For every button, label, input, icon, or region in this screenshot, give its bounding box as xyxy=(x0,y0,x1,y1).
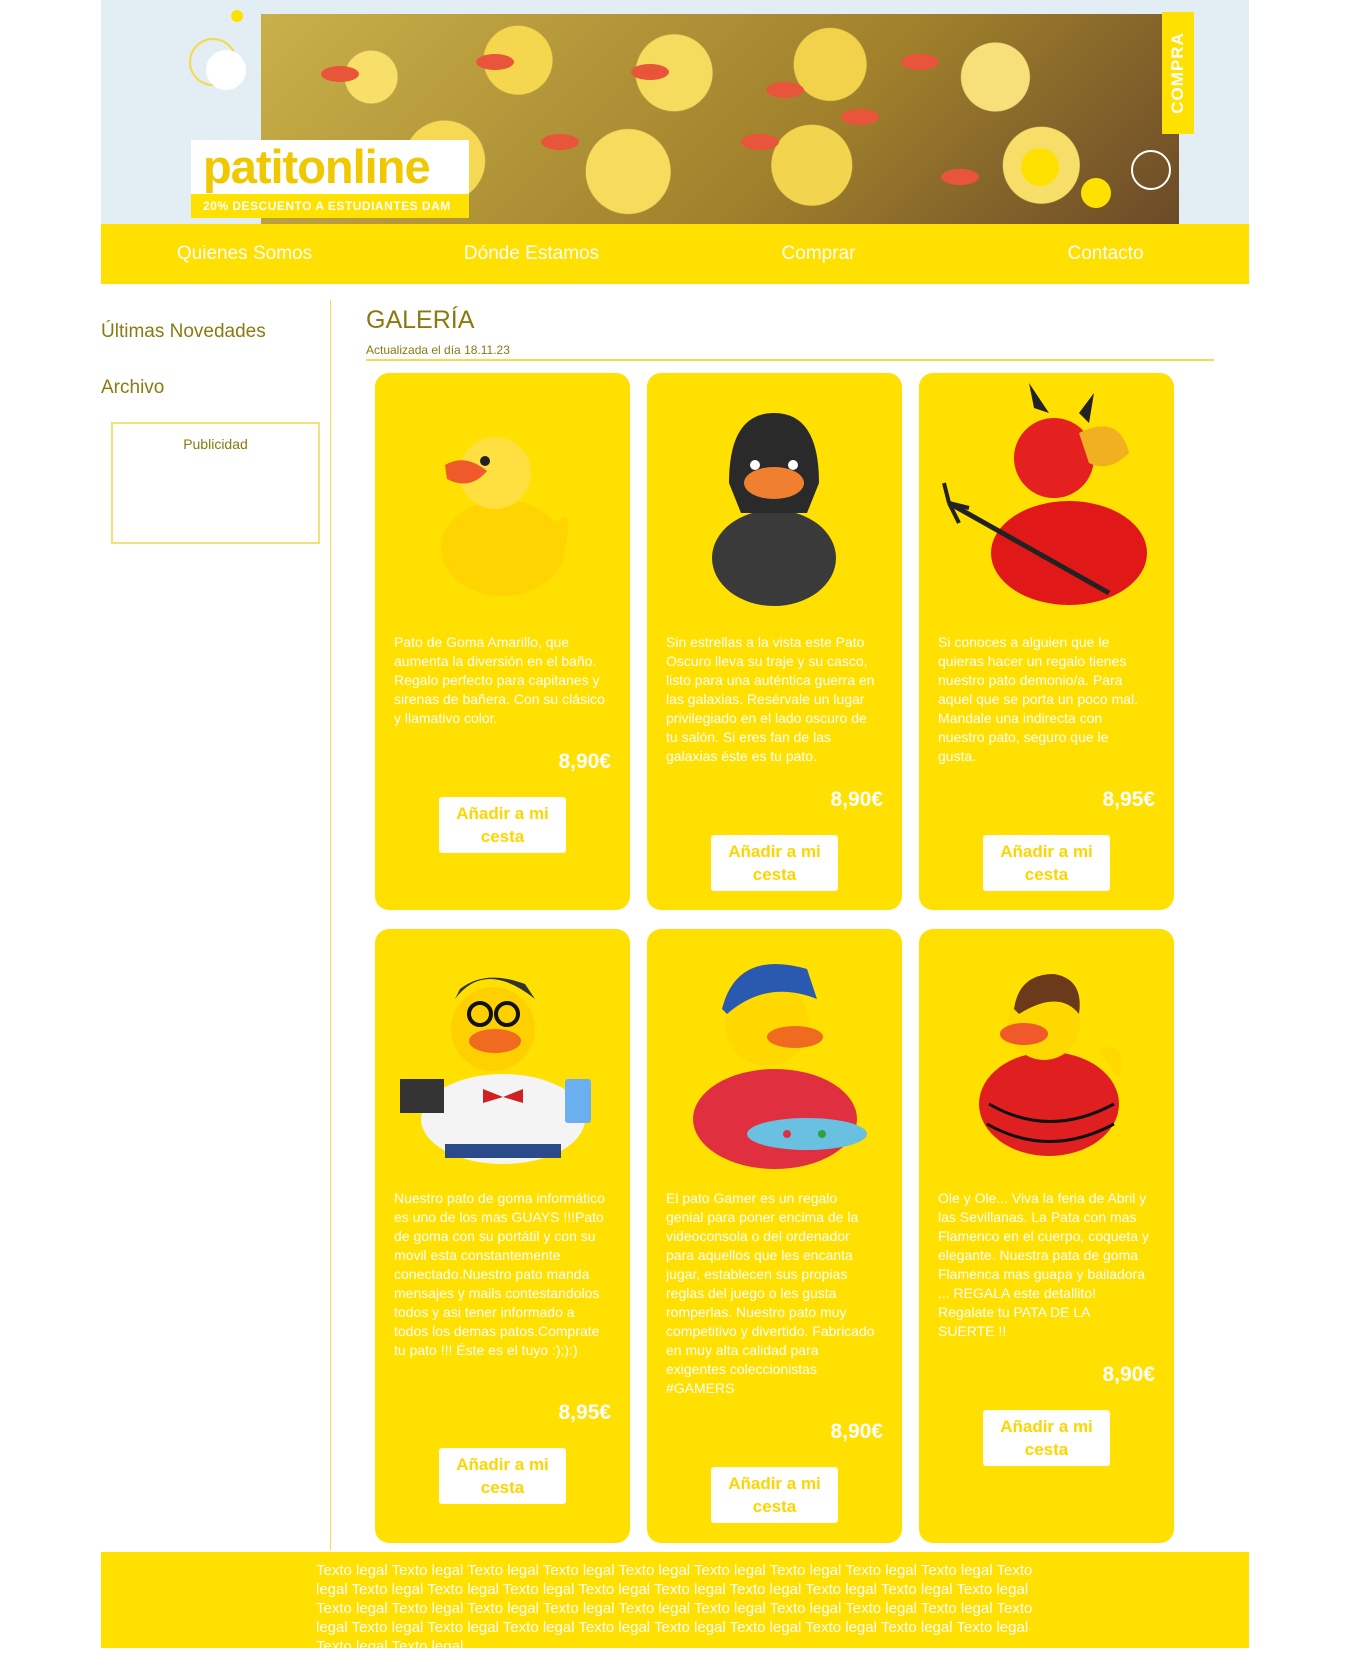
decor-circle xyxy=(1081,178,1111,208)
beak xyxy=(766,82,804,98)
product-card: Nuestro pato de goma informático es uno … xyxy=(375,929,630,1543)
ad-box[interactable]: Publicidad xyxy=(111,422,320,544)
beak xyxy=(941,169,979,185)
product-description: Nuestro pato de goma informático es uno … xyxy=(394,1190,605,1358)
logo-strip: 20% DESCUENTO A ESTUDIANTES DAM xyxy=(191,194,469,218)
product-card: Sin estrellas a la vista este Pato Oscur… xyxy=(647,373,902,910)
dark-vader-duck-icon xyxy=(712,413,836,606)
compra-tag[interactable]: COMPRA xyxy=(1162,12,1194,134)
product-card: Pato de Goma Amarillo, que aumenta la di… xyxy=(375,373,630,910)
title-divider xyxy=(366,359,1214,361)
product-price: 8,90€ xyxy=(830,1420,883,1443)
product-card: Ole y Ole... Viva la feria de Abril y la… xyxy=(919,929,1174,1543)
ad-label: Publicidad xyxy=(183,436,248,452)
beak xyxy=(476,54,514,70)
gamer-duck-icon xyxy=(693,964,867,1169)
footer: Texto legal Texto legal Texto legal Text… xyxy=(101,1552,1249,1655)
compra-label: COMPRA xyxy=(1168,32,1187,114)
yellow-duck-icon xyxy=(441,437,569,596)
beak xyxy=(741,134,779,150)
product-description: Sin estrellas a la vista este Pato Oscur… xyxy=(666,634,875,764)
logo[interactable]: patitonline 20% DESCUENTO A ESTUDIANTES … xyxy=(191,140,469,218)
page-title: GALERÍA xyxy=(366,306,475,334)
product-price: 8,90€ xyxy=(558,750,611,773)
product-description: Pato de Goma Amarillo, que aumenta la di… xyxy=(394,634,605,726)
add-to-cart-button[interactable]: Añadir a mi cesta xyxy=(983,1410,1110,1466)
add-to-cart-button[interactable]: Añadir a mi cesta xyxy=(439,1448,566,1504)
product-description: Ole y Ole... Viva la feria de Abril y la… xyxy=(938,1190,1149,1339)
beak xyxy=(631,64,669,80)
decor-circle xyxy=(1131,150,1171,190)
site: COMPRA patitonline 20% DESCUENTO A ESTUD… xyxy=(101,0,1249,1655)
devil-duck-icon xyxy=(942,383,1147,605)
add-to-cart-button[interactable]: Añadir a mi cesta xyxy=(711,1467,838,1523)
flamenco-duck-icon xyxy=(979,974,1122,1156)
decor-circle xyxy=(1021,148,1059,186)
add-to-cart-button[interactable]: Añadir a mi cesta xyxy=(711,835,838,891)
product-description: El pato Gamer es un regalo genial para p… xyxy=(666,1190,875,1396)
add-to-cart-button[interactable]: Añadir a mi cesta xyxy=(983,835,1110,891)
updated-date: Actualizada el día 18.11.23 xyxy=(366,343,510,357)
product-price: 8,90€ xyxy=(1102,1363,1155,1386)
add-to-cart-button[interactable]: Añadir a mi cesta xyxy=(439,797,566,853)
nav-donde-estamos[interactable]: Dónde Estamos xyxy=(388,224,675,284)
product-price: 8,95€ xyxy=(1102,788,1155,811)
decor-circle xyxy=(231,10,243,22)
logo-tagline: 20% DESCUENTO A ESTUDIANTES DAM xyxy=(203,199,451,213)
beak xyxy=(541,134,579,150)
main-nav: Quienes Somos Dónde Estamos Comprar Cont… xyxy=(101,224,1249,284)
sidebar-link-archivo[interactable]: Archivo xyxy=(101,377,164,399)
nav-contacto[interactable]: Contacto xyxy=(962,224,1249,284)
beak xyxy=(321,66,359,82)
product-card: El pato Gamer es un regalo genial para p… xyxy=(647,929,902,1543)
sidebar-link-novedades[interactable]: Últimas Novedades xyxy=(101,321,266,343)
product-price: 8,95€ xyxy=(558,1401,611,1424)
decor-circle xyxy=(206,50,246,90)
logo-text: patitonline xyxy=(203,140,431,193)
beak xyxy=(901,54,939,70)
product-description: Si conoces a alguien que le quieras hace… xyxy=(938,634,1139,764)
product-card: Si conoces a alguien que le quieras hace… xyxy=(919,373,1174,910)
product-price: 8,90€ xyxy=(830,788,883,811)
logo-plate: patitonline xyxy=(191,140,469,194)
nav-quienes-somos[interactable]: Quienes Somos xyxy=(101,224,388,284)
geek-duck-icon xyxy=(400,977,591,1164)
nav-comprar[interactable]: Comprar xyxy=(675,224,962,284)
hero-banner: COMPRA patitonline 20% DESCUENTO A ESTUD… xyxy=(101,0,1249,224)
beak xyxy=(841,109,879,125)
legal-text: Texto legal Texto legal Texto legal Text… xyxy=(316,1562,1033,1655)
sidebar-divider xyxy=(330,300,331,1550)
